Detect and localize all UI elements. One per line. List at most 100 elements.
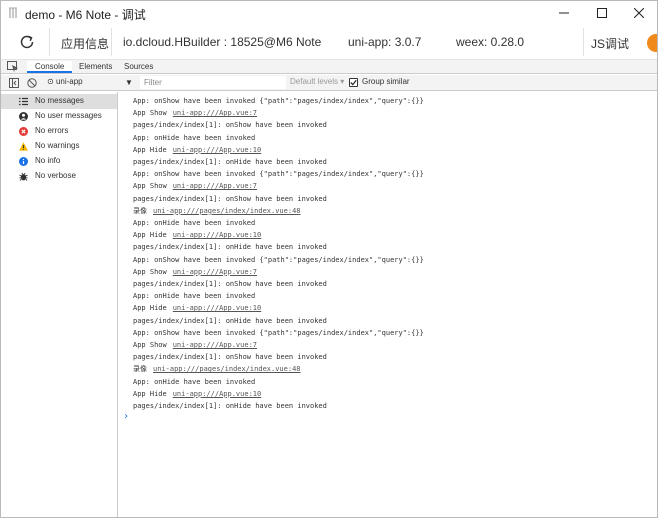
close-icon [634,8,644,18]
console-toolbar: ⊙ uni-app ▼ Default levels ▾ Group simil… [1,75,657,91]
log-text: pages/index/index[1]: onHide have been i… [133,243,327,252]
separator [111,28,112,56]
log-text: App: onHide have been invoked [133,219,256,227]
log-line: App: onHide have been invoked [133,376,653,388]
context-radio-icon: ⊙ [47,77,56,86]
log-line: App Show uni-app:///App.vue:7 [133,266,653,278]
log-text: App: onShow have been invoked {"path":"p… [133,255,424,264]
log-text: pages/index/index[1]: onHide have been i… [133,158,327,166]
log-line: App: onHide have been invoked [133,290,653,302]
device-label: io.dcloud.HBuilder : 18525@M6 Note [123,35,322,49]
source-link[interactable]: uni-app:///App.vue:7 [173,109,257,117]
sidebar-item-messages[interactable]: No messages [1,94,117,109]
source-link[interactable]: uni-app:///App.vue:7 [173,182,257,190]
log-text: App Hide [133,231,167,240]
source-link[interactable]: uni-app:///pages/index/index.vue:48 [153,365,301,373]
orange-action-button[interactable] [647,34,657,52]
separator [49,28,50,56]
tab-console[interactable]: Console [27,61,73,73]
log-line: 录像 uni-app:///pages/index/index.vue:48 [133,363,653,375]
log-line: App: onShow have been invoked {"path":"p… [133,168,653,180]
user-icon [19,112,28,121]
source-link[interactable]: uni-app:///App.vue:10 [173,304,262,312]
log-line: App Show uni-app:///App.vue:7 [133,107,653,119]
log-text: pages/index/index[1]: onHide have been i… [133,402,327,410]
log-line: pages/index/index[1]: onShow have been i… [133,351,653,363]
title-bar: demo - M6 Note - 调试 [1,1,657,25]
log-line: pages/index/index[1]: onHide have been i… [133,156,653,168]
log-text: pages/index/index[1]: onShow have been i… [133,194,327,203]
inspect-element-icon[interactable] [7,61,19,72]
source-link[interactable]: uni-app:///pages/index/index.vue:48 [153,207,301,215]
tab-sources[interactable]: Sources [116,61,161,73]
app-logo-icon [9,7,17,18]
devtools-tab-bar: Console Elements Sources [1,60,657,74]
log-line: pages/index/index[1]: onHide have been i… [133,400,653,412]
log-text: App: onShow have been invoked {"path":"p… [133,97,424,105]
log-text: 录像 [133,206,147,215]
log-line: App Hide uni-app:///App.vue:10 [133,229,653,241]
log-line: App Hide uni-app:///App.vue:10 [133,144,653,156]
log-text: App Show [133,267,167,276]
log-text: App Show [133,109,167,118]
log-text: pages/index/index[1]: onShow have been i… [133,280,327,288]
context-selector[interactable]: ⊙ uni-app [47,77,83,86]
tab-elements[interactable]: Elements [71,61,120,73]
log-line: App Show uni-app:///App.vue:7 [133,339,653,351]
sidebar-item-user-messages[interactable]: No user messages [1,109,117,124]
group-similar-checkbox[interactable] [349,78,358,87]
log-text: App: onHide have been invoked [133,377,256,386]
maximize-icon [597,8,607,18]
log-text: 录像 [133,365,147,374]
error-icon [19,127,28,136]
log-text: App: onHide have been invoked [133,292,256,301]
close-button[interactable] [620,1,657,25]
log-line: pages/index/index[1]: onShow have been i… [133,193,653,205]
refresh-icon[interactable] [18,33,36,51]
app-info-button[interactable]: 应用信息 [61,35,109,52]
sidebar-item-verbose[interactable]: No verbose [1,169,117,184]
source-link[interactable]: uni-app:///App.vue:7 [173,268,257,276]
console-log-area[interactable]: › App: onShow have been invoked {"path":… [119,92,657,517]
source-link[interactable]: uni-app:///App.vue:10 [173,390,262,398]
log-text: pages/index/index[1]: onHide have been i… [133,316,327,325]
source-link[interactable]: uni-app:///App.vue:10 [173,146,262,154]
minimize-button[interactable] [545,1,583,25]
log-text: App Hide [133,304,167,313]
source-link[interactable]: uni-app:///App.vue:10 [173,231,262,239]
log-line: pages/index/index[1]: onShow have been i… [133,278,653,290]
log-levels-label: Default levels [290,77,339,86]
filter-input[interactable] [140,76,286,89]
sidebar-item-label: No user messages [35,111,102,120]
window-title: demo - M6 Note - 调试 [25,8,146,22]
js-debug-button[interactable]: JS调试 [591,35,629,52]
warning-icon [19,142,28,151]
sidebar-item-errors[interactable]: No errors [1,124,117,139]
sidebar-item-warnings[interactable]: No warnings [1,139,117,154]
log-line: App Show uni-app:///App.vue:7 [133,180,653,192]
log-line: pages/index/index[1]: onHide have been i… [133,315,653,327]
log-line: App: onHide have been invoked [133,132,653,144]
info-icon [19,157,28,166]
sidebar-item-info[interactable]: No info [1,154,117,169]
weex-version: weex: 0.28.0 [456,35,525,49]
log-line: 录像 uni-app:///pages/index/index.vue:48 [133,205,653,217]
uni-app-version: uni-app: 3.0.7 [348,35,422,49]
log-line: App: onShow have been invoked {"path":"p… [133,254,653,266]
list-icon [19,97,28,106]
console-prompt-chevron-icon[interactable]: › [123,411,129,422]
log-text: App: onShow have been invoked {"path":"p… [133,170,424,179]
log-line: App: onShow have been invoked {"path":"p… [133,95,653,107]
log-line: pages/index/index[1]: onShow have been i… [133,119,653,131]
chevron-down-icon[interactable]: ▼ [125,78,133,87]
source-link[interactable]: uni-app:///App.vue:7 [173,341,257,349]
log-levels-dropdown[interactable]: Default levels ▾ [290,77,344,86]
log-text: App Show [133,182,167,191]
maximize-button[interactable] [583,1,621,25]
sidebar-toggle-icon[interactable] [9,78,19,88]
sidebar-item-label: No verbose [35,171,76,180]
info-bar: 应用信息 io.dcloud.HBuilder : 18525@M6 Note … [1,25,657,60]
clear-console-icon[interactable] [27,78,37,88]
log-text: App: onShow have been invoked {"path":"p… [133,328,424,337]
console-sidebar: No messages No user messages No errors N… [1,92,118,517]
